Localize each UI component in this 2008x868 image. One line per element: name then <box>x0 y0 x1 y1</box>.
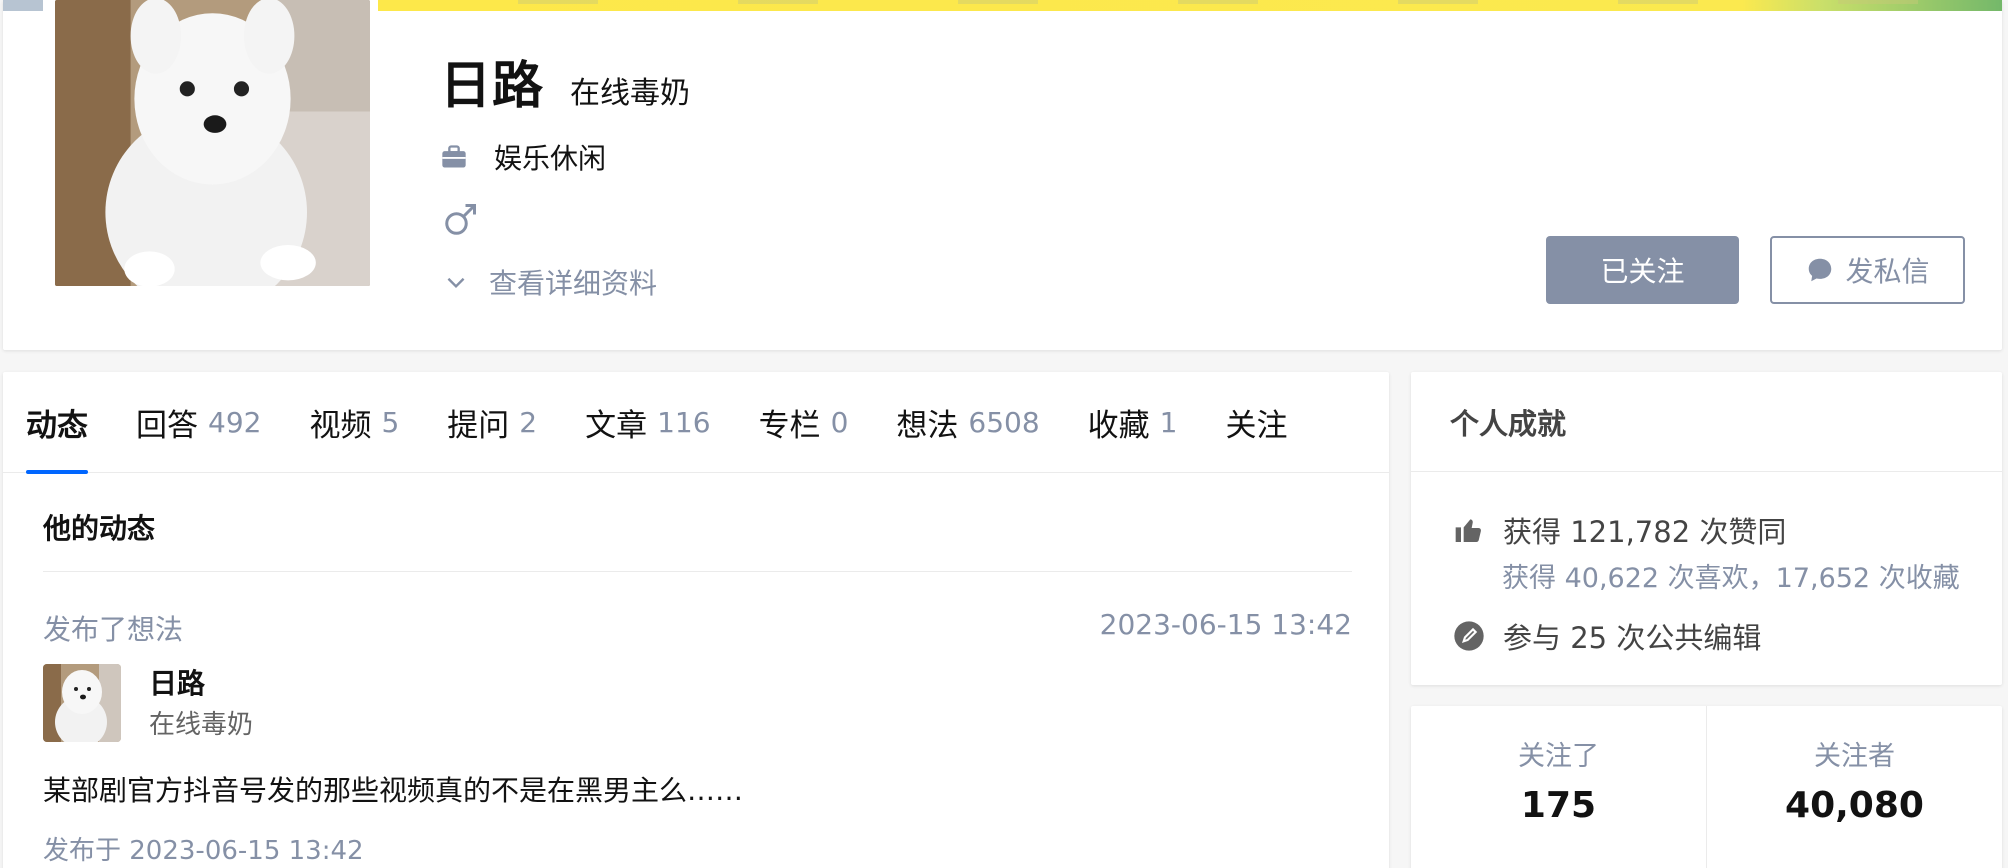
followers-stat[interactable]: 关注者 40,080 <box>1706 706 2002 868</box>
industry-text: 娱乐休闲 <box>494 142 607 175</box>
following-value: 175 <box>1520 785 1597 826</box>
profile-header-card: 日路 在线毒奶 娱乐休闲 查看详细资料 已关注 发私信 <box>3 0 2002 350</box>
male-icon <box>445 204 476 235</box>
message-button-label: 发私信 <box>1845 255 1930 288</box>
feed-item-action: 发布了想法 <box>43 613 184 646</box>
name-row: 日路 在线毒奶 <box>440 44 690 118</box>
cover-banner[interactable] <box>378 0 2002 11</box>
achievement-edits: 参与 25 次公共编辑 <box>1503 621 1762 655</box>
avatar[interactable] <box>51 0 374 290</box>
feed-header: 他的动态 <box>43 512 156 545</box>
chat-bubble-icon <box>1809 258 1832 282</box>
detail-toggle-label: 查看详细资料 <box>489 267 658 300</box>
industry-row: 娱乐休闲 <box>440 137 606 177</box>
tab-questions[interactable]: 提问 2 <box>447 372 537 473</box>
tab-articles[interactable]: 文章 116 <box>585 372 710 473</box>
tab-answers[interactable]: 回答 492 <box>136 372 261 473</box>
following-stat[interactable]: 关注了 175 <box>1411 706 1706 868</box>
achievement-likes-sub: 获得 40,622 次喜欢，17,652 次收藏 <box>1502 563 1960 594</box>
tab-count: 116 <box>657 405 711 439</box>
main-content-card: 动态 回答 492 视频 5 提问 2 文章 116 专栏 0 想法 6508 … <box>3 372 1389 868</box>
post-published-time[interactable]: 发布于 2023-06-15 13:42 <box>43 830 364 867</box>
achievement-likes-row: 获得 121,782 次赞同 <box>1453 509 1786 551</box>
tab-label: 收藏 <box>1087 407 1150 444</box>
detail-toggle[interactable]: 查看详细资料 <box>443 262 657 302</box>
user-headline: 在线毒奶 <box>570 76 691 111</box>
thumbs-up-icon <box>1455 519 1481 542</box>
tab-thoughts[interactable]: 想法 6508 <box>896 372 1039 473</box>
tab-count: 0 <box>830 405 849 439</box>
tab-label: 关注 <box>1225 407 1288 444</box>
briefcase-icon <box>442 145 466 168</box>
tab-label: 视频 <box>309 407 372 444</box>
feed-item-time: 2023-06-15 13:42 <box>1099 608 1352 641</box>
tab-count: 492 <box>208 405 262 439</box>
tab-activity[interactable]: 动态 <box>26 372 88 474</box>
followed-button-label: 已关注 <box>1600 255 1685 288</box>
followed-button[interactable]: 已关注 <box>1546 236 1739 304</box>
following-label: 关注了 <box>1518 741 1599 772</box>
edit-icon <box>1454 621 1484 651</box>
author-avatar[interactable] <box>43 664 121 742</box>
cover-corner-chip <box>3 0 43 11</box>
achievement-edits-row: 参与 25 次公共编辑 <box>1453 615 1761 657</box>
message-button[interactable]: 发私信 <box>1770 236 1965 304</box>
tab-label: 回答 <box>136 407 198 444</box>
achievements-card: 个人成就 获得 121,782 次赞同 获得 40,622 次喜欢，17,652… <box>1411 372 2002 685</box>
post-content[interactable]: 某部剧官方抖音号发的那些视频真的不是在黑男主么…… <box>43 769 743 809</box>
tab-label: 想法 <box>896 407 959 444</box>
tab-following[interactable]: 关注 <box>1225 372 1287 473</box>
user-name: 日路 <box>440 57 545 116</box>
tab-count: 5 <box>381 405 400 439</box>
tab-columns[interactable]: 专栏 0 <box>759 372 849 473</box>
feed-item-meta: 发布了想法 2023-06-15 13:42 <box>43 608 1352 648</box>
author-name[interactable]: 日路 <box>149 662 205 702</box>
tab-count: 1 <box>1159 405 1178 439</box>
achievement-likes: 获得 121,782 次赞同 <box>1503 515 1787 549</box>
tab-label: 提问 <box>447 407 510 444</box>
tab-count: 2 <box>519 405 538 439</box>
author-headline: 在线毒奶 <box>149 710 254 740</box>
tab-label: 专栏 <box>758 407 821 444</box>
profile-tabs: 动态 回答 492 视频 5 提问 2 文章 116 专栏 0 想法 6508 … <box>3 372 1389 474</box>
achievements-title: 个人成就 <box>1411 372 2002 472</box>
tab-collections[interactable]: 收藏 1 <box>1088 372 1178 473</box>
tab-count: 6508 <box>968 405 1040 439</box>
followers-value: 40,080 <box>1785 785 1924 826</box>
profile-page: 日路 在线毒奶 娱乐休闲 查看详细资料 已关注 发私信 动态 回答 492 视频… <box>0 0 2008 868</box>
tab-videos[interactable]: 视频 5 <box>309 372 399 473</box>
followers-label: 关注者 <box>1814 741 1895 772</box>
tab-label: 动态 <box>26 407 88 444</box>
divider <box>43 571 1352 572</box>
follow-stats-card: 关注了 175 关注者 40,080 <box>1411 706 2002 868</box>
chevron-down-icon <box>447 277 465 289</box>
tab-label: 文章 <box>585 407 648 444</box>
